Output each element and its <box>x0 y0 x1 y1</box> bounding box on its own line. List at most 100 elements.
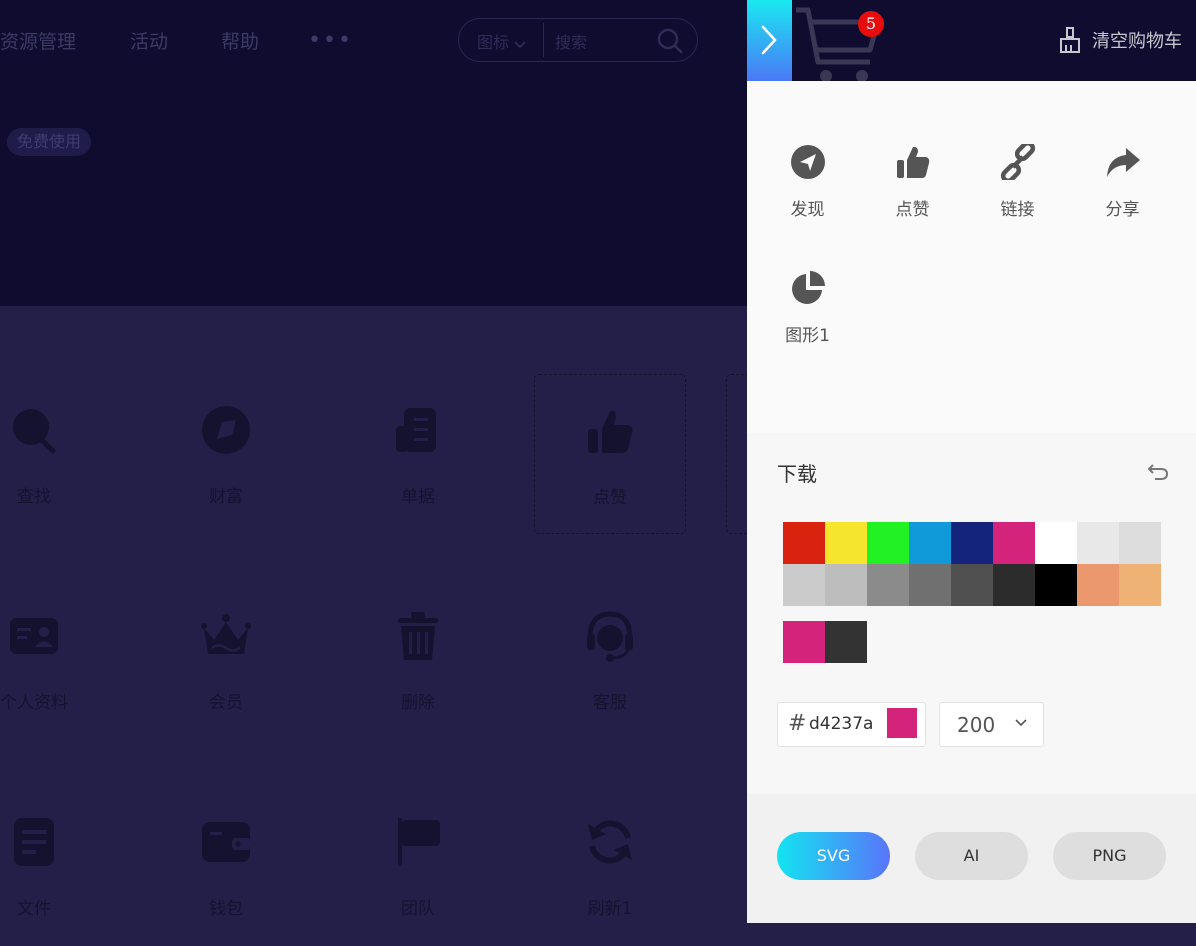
color-swatch[interactable] <box>825 522 867 564</box>
download-panel: 下载 # d4237a 200 <box>747 433 1196 794</box>
page-header: 资源管理 活动 帮助 ••• 图标 搜索 免费使用 <box>0 0 747 306</box>
hash-symbol: # <box>788 711 807 736</box>
cart-item[interactable]: 图形1 <box>755 219 860 346</box>
tile-label: 钱包 <box>209 899 243 919</box>
download-footer: SVG AI PNG <box>747 794 1196 923</box>
recent-colors <box>783 621 867 663</box>
color-swatch[interactable] <box>951 522 993 564</box>
navigation-icon <box>790 145 825 179</box>
color-swatch[interactable] <box>825 564 867 606</box>
cart-item-label: 图形1 <box>785 326 830 346</box>
icon-tile-profile[interactable]: 个人资料 <box>0 580 110 740</box>
trash-icon <box>398 612 438 660</box>
color-swatch[interactable] <box>1119 522 1161 564</box>
chevron-down-icon <box>1015 719 1027 727</box>
recent-color-swatch[interactable] <box>825 621 867 663</box>
thumbs-up-icon <box>896 146 929 178</box>
cart-item[interactable]: 链接 <box>965 93 1070 220</box>
icon-tile-delete[interactable]: 删除 <box>342 580 494 740</box>
tile-label: 查找 <box>17 487 51 507</box>
pie-chart-icon <box>791 271 825 304</box>
color-swatch[interactable] <box>783 564 825 606</box>
size-select[interactable]: 200 <box>939 702 1044 747</box>
color-swatch[interactable] <box>867 522 909 564</box>
icon-tile-like[interactable]: 点赞 <box>534 374 686 534</box>
more-menu[interactable]: ••• <box>308 28 353 53</box>
nav-item-activity[interactable]: 活动 <box>130 27 168 54</box>
hex-color-input[interactable]: d4237a <box>809 714 873 734</box>
tile-label: 客服 <box>593 693 627 713</box>
chevron-right-icon <box>761 25 777 55</box>
color-swatch[interactable] <box>1077 522 1119 564</box>
icon-tile-wallet[interactable]: 钱包 <box>150 786 302 946</box>
current-color-swatch[interactable] <box>887 708 917 738</box>
cart-item[interactable]: 发现 <box>755 93 860 220</box>
flag-icon <box>398 818 440 866</box>
cart-item[interactable]: 分享 <box>1070 93 1175 220</box>
file-icon <box>14 818 54 866</box>
clear-cart-button[interactable]: 清空购物车 <box>1058 25 1182 55</box>
receipt-icon <box>396 408 436 452</box>
broom-icon <box>1060 27 1080 53</box>
icon-tile-receipt[interactable]: 单据 <box>342 374 494 534</box>
link-icon <box>1000 144 1035 180</box>
tile-label: 文件 <box>17 899 51 919</box>
icon-tile-refresh[interactable]: 刷新1 <box>534 786 686 946</box>
icon-tile-member[interactable]: 会员 <box>150 580 302 740</box>
chevron-down-icon <box>514 40 526 48</box>
hex-color-field[interactable]: # d4237a <box>777 702 926 747</box>
tile-label: 点赞 <box>593 488 627 508</box>
tile-label: 团队 <box>401 899 435 919</box>
color-swatch[interactable] <box>951 564 993 606</box>
icon-tile-wealth[interactable]: 财富 <box>150 374 302 534</box>
collapse-drawer-button[interactable] <box>747 0 792 81</box>
download-ai-button[interactable]: AI <box>915 832 1028 880</box>
color-swatch[interactable] <box>909 522 951 564</box>
color-swatch[interactable] <box>1035 522 1077 564</box>
cart-item-list: 发现 点赞 链接 分享 图形1 <box>747 81 1196 433</box>
search-box: 图标 搜索 <box>458 18 698 62</box>
color-swatch[interactable] <box>1077 564 1119 606</box>
color-swatch[interactable] <box>1035 564 1077 606</box>
color-swatch[interactable] <box>993 564 1035 606</box>
search-icon[interactable] <box>656 27 684 55</box>
search-icon <box>13 409 56 454</box>
clear-cart-label: 清空购物车 <box>1092 31 1182 52</box>
icon-tile-support[interactable]: 客服 <box>534 580 686 740</box>
cart-item[interactable]: 点赞 <box>860 93 965 220</box>
tile-label: 会员 <box>209 693 243 713</box>
cart-item-label: 点赞 <box>895 200 930 220</box>
download-svg-button[interactable]: SVG <box>777 832 890 880</box>
recent-color-swatch[interactable] <box>783 621 825 663</box>
nav-item-resource[interactable]: 资源管理 <box>0 27 76 54</box>
cart-item-label: 发现 <box>790 200 825 220</box>
nav-item-help[interactable]: 帮助 <box>221 27 259 54</box>
refresh-icon <box>588 820 632 864</box>
icon-tile-team[interactable]: 团队 <box>342 786 494 946</box>
color-swatch[interactable] <box>993 522 1035 564</box>
tile-label: 财富 <box>209 487 243 507</box>
cart-item-label: 分享 <box>1105 200 1140 220</box>
search-input[interactable]: 搜索 <box>555 29 587 53</box>
search-type-select[interactable]: 图标 <box>477 29 526 53</box>
tile-label: 刷新1 <box>587 899 633 919</box>
share-icon <box>1106 148 1140 177</box>
color-swatch[interactable] <box>1119 564 1161 606</box>
download-png-button[interactable]: PNG <box>1053 832 1166 880</box>
cart-item-label: 链接 <box>1000 200 1035 220</box>
icon-tile-file[interactable]: 文件 <box>0 786 110 946</box>
icon-tile-search[interactable]: 查找 <box>0 374 110 534</box>
drawer-header: 5 清空购物车 <box>747 0 1196 81</box>
color-swatch[interactable] <box>783 522 825 564</box>
color-palette <box>783 522 1161 606</box>
id-card-icon <box>10 618 58 654</box>
icon-tile-partial[interactable] <box>726 374 747 534</box>
crown-icon <box>201 614 251 654</box>
size-value: 200 <box>957 713 996 737</box>
compass-icon <box>202 406 250 454</box>
color-swatch[interactable] <box>867 564 909 606</box>
reset-icon[interactable] <box>1147 462 1169 482</box>
free-badge[interactable]: 免费使用 <box>7 128 92 156</box>
color-swatch[interactable] <box>909 564 951 606</box>
thumbs-up-icon <box>588 410 633 453</box>
